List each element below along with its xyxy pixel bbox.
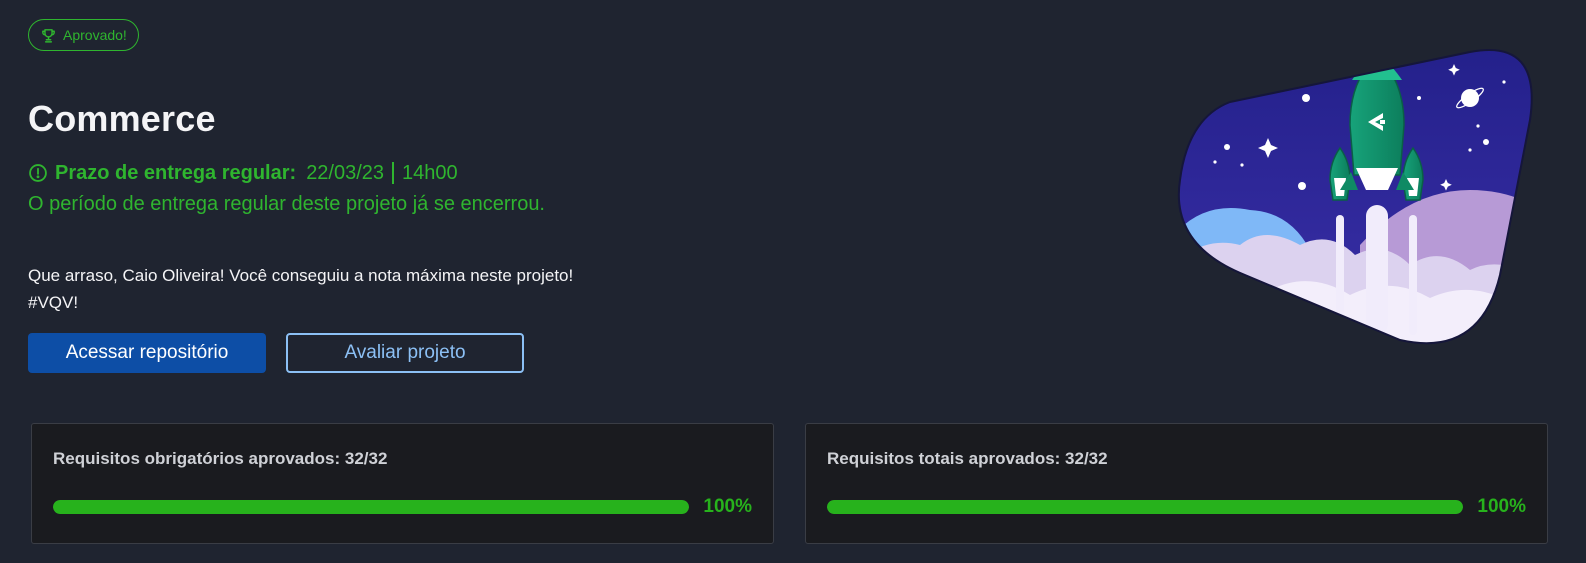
page-title: Commerce — [28, 98, 216, 139]
access-repository-button[interactable]: Acessar repositório — [28, 333, 266, 373]
total-progress-percent: 100% — [1477, 496, 1526, 517]
mandatory-requirements-card: Requisitos obrigatórios aprovados: 32/32… — [31, 423, 774, 544]
alert-circle-icon — [28, 163, 48, 183]
status-badge-label: Aprovado! — [63, 27, 127, 43]
deadline-time: 14h00 — [402, 162, 458, 184]
trophy-icon — [40, 27, 57, 44]
congrats-line: Que arraso, Caio Oliveira! Você consegui… — [28, 266, 574, 285]
project-status-page: Aprovado! Commerce Prazo de entrega regu… — [0, 0, 1586, 563]
deadline-closed-message: O período de entrega regular deste proje… — [28, 193, 545, 215]
total-progress-bar — [827, 500, 1463, 514]
rocket-launch-illustration — [1170, 40, 1542, 350]
congrats-message: Que arraso, Caio Oliveira! Você consegui… — [28, 262, 573, 316]
evaluate-project-button[interactable]: Avaliar projeto — [286, 333, 524, 373]
deadline-date: 22/03/23 — [306, 162, 385, 184]
deadline-separator — [392, 162, 395, 184]
mandatory-progress-fill — [53, 500, 689, 514]
deadline-row: Prazo de entrega regular: 22/03/23 14h00 — [28, 160, 458, 186]
mandatory-progress-bar — [53, 500, 689, 514]
total-progress-fill — [827, 500, 1463, 514]
deadline-label: Prazo de entrega regular: — [55, 162, 297, 184]
mandatory-progress-percent: 100% — [703, 496, 752, 517]
mandatory-requirements-label: Requisitos obrigatórios aprovados: 32/32 — [53, 449, 388, 468]
total-requirements-label: Requisitos totais aprovados: 32/32 — [827, 449, 1108, 468]
status-badge: Aprovado! — [28, 19, 139, 51]
congrats-hashtag: #VQV! — [28, 293, 79, 312]
total-requirements-card: Requisitos totais aprovados: 32/32 100% — [805, 423, 1548, 544]
